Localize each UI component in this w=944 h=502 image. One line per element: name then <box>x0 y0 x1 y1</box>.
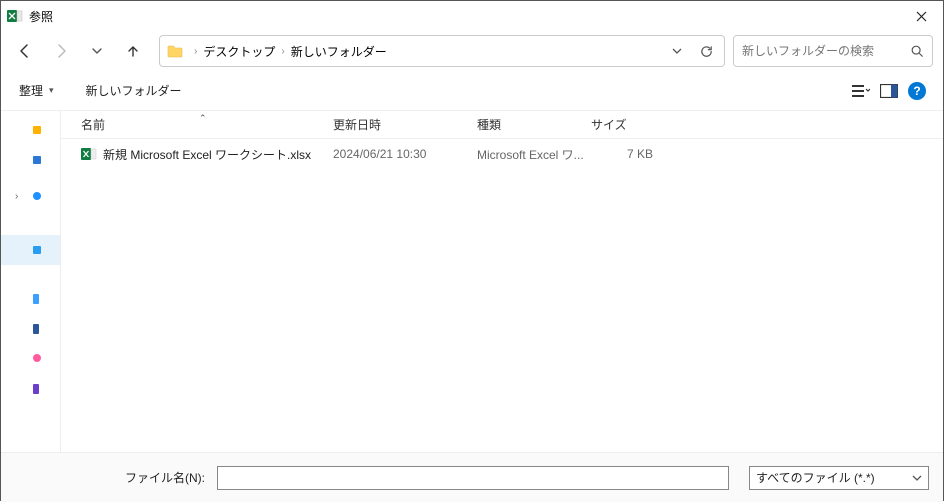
excel-app-icon <box>7 8 23 24</box>
sidebar-item[interactable] <box>1 343 60 373</box>
help-icon: ? <box>908 82 926 100</box>
view-mode-button[interactable] <box>847 77 875 105</box>
sidebar-item[interactable] <box>1 283 60 313</box>
sidebar-item[interactable]: › <box>1 181 60 211</box>
organize-label: 整理 <box>19 82 43 99</box>
file-name: 新規 Microsoft Excel ワークシート.xlsx <box>103 146 311 163</box>
filename-input[interactable] <box>217 466 729 490</box>
title-bar: 参照 <box>1 1 943 31</box>
main-area: › 名前 ⌃ 更新日時 種類 サイズ <box>1 111 943 452</box>
search-icon[interactable] <box>910 44 924 58</box>
file-row[interactable]: 新規 Microsoft Excel ワークシート.xlsx 2024/06/2… <box>61 139 943 169</box>
sidebar-item[interactable] <box>1 373 60 403</box>
breadcrumb[interactable]: › デスクトップ › 新しいフォルダー <box>159 35 725 67</box>
column-headers[interactable]: 名前 ⌃ 更新日時 種類 サイズ <box>61 111 943 139</box>
chevron-right-icon: › <box>279 46 286 57</box>
new-folder-label: 新しいフォルダー <box>86 82 182 99</box>
breadcrumb-seg-1[interactable]: 新しいフォルダー <box>287 39 391 64</box>
file-size: 7 KB <box>591 147 671 161</box>
xlsx-file-icon <box>81 146 97 162</box>
bottom-bar: ファイル名(N): すべてのファイル (*.*) <box>1 452 943 502</box>
file-pane: 名前 ⌃ 更新日時 種類 サイズ 新規 Microsoft Excel ワークシ… <box>61 111 943 452</box>
sidebar-item[interactable] <box>1 145 60 175</box>
back-button[interactable] <box>11 37 39 65</box>
filename-label: ファイル名(N): <box>125 469 205 486</box>
sidebar[interactable]: › <box>1 111 61 452</box>
search-input[interactable] <box>742 44 910 58</box>
file-filter-select[interactable]: すべてのファイル (*.*) <box>749 466 929 490</box>
col-name-label: 名前 <box>81 116 105 133</box>
organize-button[interactable]: 整理 <box>13 78 60 103</box>
chevron-down-icon <box>912 473 922 483</box>
chevron-right-icon: › <box>192 46 199 57</box>
folder-icon <box>166 42 184 60</box>
file-filter-label: すべてのファイル (*.*) <box>756 469 875 486</box>
recent-dropdown[interactable] <box>83 37 111 65</box>
close-button[interactable] <box>899 1 943 31</box>
up-button[interactable] <box>119 37 147 65</box>
file-type: Microsoft Excel ワ... <box>477 146 591 163</box>
col-name[interactable]: 名前 ⌃ <box>81 116 333 133</box>
search-box[interactable] <box>733 35 933 67</box>
sort-indicator-icon: ⌃ <box>199 113 207 124</box>
preview-pane-button[interactable] <box>875 77 903 105</box>
navigation-row: › デスクトップ › 新しいフォルダー <box>1 31 943 71</box>
window-title: 参照 <box>29 8 53 25</box>
forward-button[interactable] <box>47 37 75 65</box>
sidebar-item-selected[interactable] <box>1 235 60 265</box>
file-date: 2024/06/21 10:30 <box>333 147 477 161</box>
col-date[interactable]: 更新日時 <box>333 116 477 133</box>
breadcrumb-dropdown[interactable] <box>666 42 688 60</box>
col-type[interactable]: 種類 <box>477 116 591 133</box>
help-button[interactable]: ? <box>903 77 931 105</box>
col-size[interactable]: サイズ <box>591 116 671 133</box>
sidebar-item[interactable] <box>1 313 60 343</box>
toolbar: 整理 新しいフォルダー ? <box>1 71 943 111</box>
new-folder-button[interactable]: 新しいフォルダー <box>80 78 188 103</box>
breadcrumb-seg-0[interactable]: デスクトップ <box>199 39 279 64</box>
chevron-right-icon[interactable]: › <box>15 191 18 202</box>
sidebar-item[interactable] <box>1 115 60 145</box>
refresh-button[interactable] <box>696 41 716 61</box>
